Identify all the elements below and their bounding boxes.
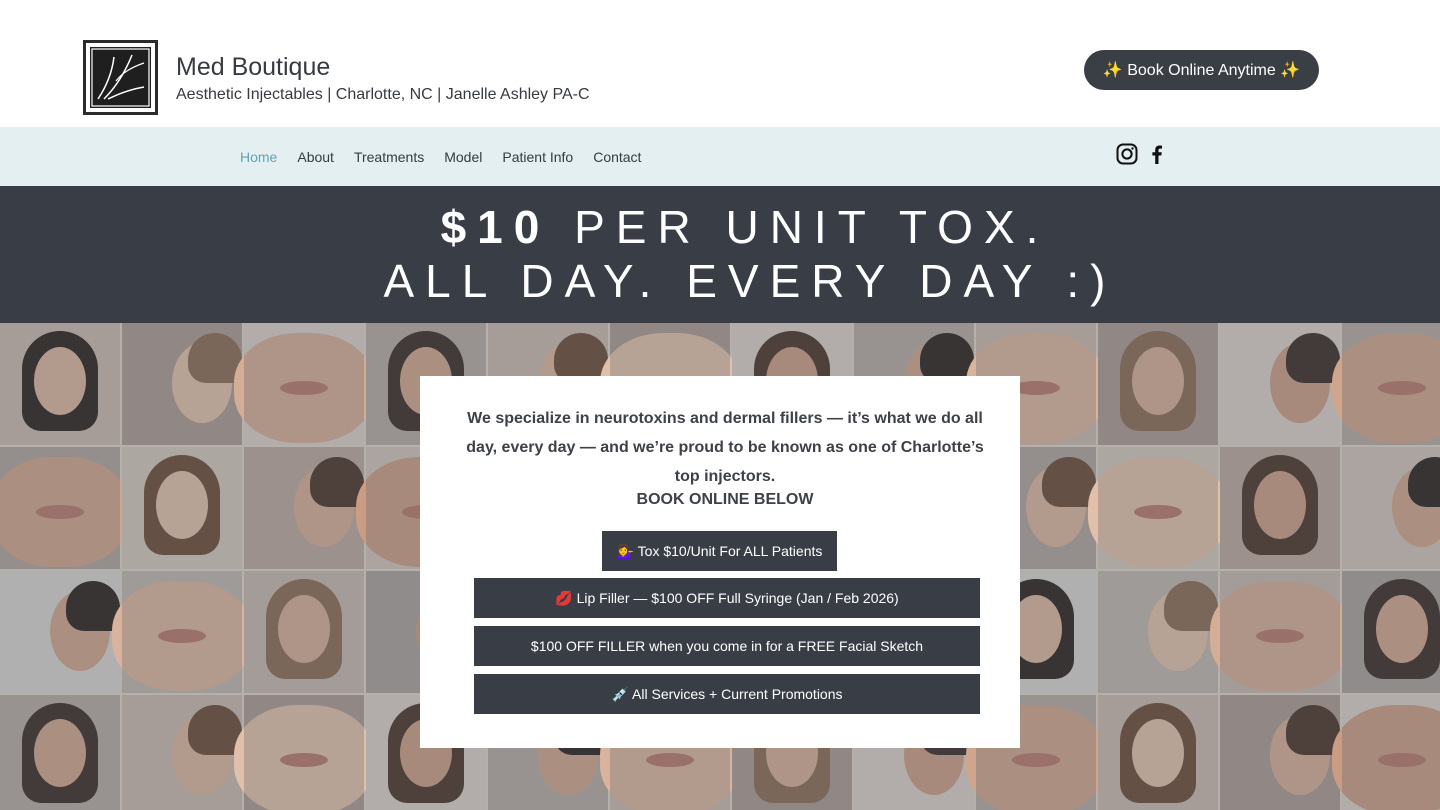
collage-photo bbox=[234, 323, 374, 445]
collage-photo bbox=[0, 695, 120, 810]
nav-item-contact[interactable]: Contact bbox=[583, 149, 651, 165]
photo-closeup bbox=[112, 581, 252, 691]
collage-photo bbox=[112, 571, 252, 693]
photo-face bbox=[1132, 719, 1184, 787]
page: Med Boutique Aesthetic Injectables | Cha… bbox=[0, 0, 1440, 810]
banner-headline: $10 PER UNIT TOX. bbox=[0, 200, 1440, 254]
collage-photo bbox=[1210, 571, 1350, 693]
all-services-button[interactable]: 💉 All Services + Current Promotions bbox=[474, 674, 980, 714]
logo-mark bbox=[90, 47, 151, 108]
photo-profile bbox=[1026, 467, 1086, 547]
intro-text: We specialize in neurotoxins and dermal … bbox=[466, 410, 984, 485]
photo-lips bbox=[36, 505, 84, 519]
brand-logo[interactable] bbox=[83, 40, 158, 115]
photo-lips bbox=[1378, 381, 1426, 395]
collage-photo bbox=[1220, 447, 1340, 569]
photo-face bbox=[34, 719, 86, 787]
collage-photo bbox=[0, 571, 120, 693]
photo-profile bbox=[294, 467, 354, 547]
booking-card: We specialize in neurotoxins and dermal … bbox=[420, 376, 1020, 748]
photo-lips bbox=[158, 629, 206, 643]
promo-banner: $10 PER UNIT TOX. ALL DAY. EVERY DAY :) bbox=[0, 186, 1440, 323]
collage-photo bbox=[1220, 323, 1340, 445]
banner-subheadline: ALL DAY. EVERY DAY :) bbox=[383, 255, 1117, 307]
collage-photo bbox=[122, 323, 242, 445]
social-links bbox=[1116, 143, 1168, 165]
brand-subtitle: Aesthetic Injectables | Charlotte, NC | … bbox=[176, 86, 590, 103]
photo-hair bbox=[22, 331, 98, 431]
nav-item-about[interactable]: About bbox=[287, 149, 344, 165]
photo-profile bbox=[1148, 591, 1208, 671]
photo-face bbox=[278, 595, 330, 663]
banner-price: $10 bbox=[440, 201, 551, 253]
photo-lips bbox=[1012, 753, 1060, 767]
nav-menu: Home About Treatments Model Patient Info… bbox=[230, 127, 651, 186]
nav-item-patient-info[interactable]: Patient Info bbox=[492, 149, 583, 165]
collage-photo bbox=[1332, 695, 1440, 810]
photo-closeup bbox=[1088, 457, 1228, 567]
collage-photo bbox=[1098, 571, 1218, 693]
main-nav: Home About Treatments Model Patient Info… bbox=[0, 127, 1440, 186]
photo-hair bbox=[144, 455, 220, 555]
photo-profile bbox=[1270, 343, 1330, 423]
photo-lips bbox=[1256, 629, 1304, 643]
photo-face bbox=[1132, 347, 1184, 415]
collage-photo bbox=[1342, 571, 1440, 693]
site-header: Med Boutique Aesthetic Injectables | Cha… bbox=[0, 0, 1440, 127]
photo-lips bbox=[280, 381, 328, 395]
photo-closeup bbox=[0, 457, 130, 567]
collage-photo bbox=[234, 695, 374, 810]
photo-closeup bbox=[1332, 705, 1440, 810]
photo-lips bbox=[646, 753, 694, 767]
collage-photo bbox=[0, 447, 130, 569]
photo-closeup bbox=[234, 705, 374, 810]
nav-item-model[interactable]: Model bbox=[434, 149, 492, 165]
nav-item-home[interactable]: Home bbox=[230, 149, 287, 165]
photo-closeup bbox=[1210, 581, 1350, 691]
photo-hair bbox=[266, 579, 342, 679]
tox-booking-button[interactable]: 💁‍♀️ Tox $10/Unit For ALL Patients bbox=[602, 531, 837, 571]
facebook-icon[interactable] bbox=[1146, 143, 1168, 165]
photo-profile bbox=[50, 591, 110, 671]
photo-hair bbox=[22, 703, 98, 803]
book-online-heading: BOOK ONLINE BELOW bbox=[636, 491, 814, 508]
photo-hair bbox=[1408, 457, 1440, 507]
photo-profile bbox=[1392, 467, 1440, 547]
photo-face bbox=[1254, 471, 1306, 539]
collage-photo bbox=[122, 695, 242, 810]
photo-lips bbox=[1134, 505, 1182, 519]
collage-photo bbox=[1342, 447, 1440, 569]
photo-face bbox=[1376, 595, 1428, 663]
collage-photo bbox=[1088, 447, 1228, 569]
photo-hair bbox=[1120, 703, 1196, 803]
collage-photo bbox=[1098, 323, 1218, 445]
photo-lips bbox=[1378, 753, 1426, 767]
brand-name[interactable]: Med Boutique bbox=[176, 53, 330, 82]
collage-photo bbox=[0, 323, 120, 445]
photo-hair bbox=[1364, 579, 1440, 679]
collage-photo bbox=[122, 447, 242, 569]
photo-profile bbox=[1270, 715, 1330, 795]
filler-sketch-booking-button[interactable]: $100 OFF FILLER when you come in for a F… bbox=[474, 626, 980, 666]
collage-photo bbox=[1220, 695, 1340, 810]
collage-photo bbox=[1332, 323, 1440, 445]
photo-lips bbox=[280, 753, 328, 767]
book-online-button[interactable]: ✨ Book Online Anytime ✨ bbox=[1084, 50, 1319, 90]
lip-filler-booking-button[interactable]: 💋 Lip Filler — $100 OFF Full Syringe (Ja… bbox=[474, 578, 980, 618]
photo-closeup bbox=[1332, 333, 1440, 443]
collage-photo bbox=[244, 571, 364, 693]
photo-hair bbox=[1242, 455, 1318, 555]
photo-face bbox=[34, 347, 86, 415]
photo-face bbox=[156, 471, 208, 539]
collage-photo bbox=[244, 447, 364, 569]
photo-closeup bbox=[234, 333, 374, 443]
banner-headline-text: PER UNIT TOX. bbox=[574, 201, 1050, 253]
instagram-icon[interactable] bbox=[1116, 143, 1138, 165]
photo-profile bbox=[172, 343, 232, 423]
nav-item-treatments[interactable]: Treatments bbox=[344, 149, 434, 165]
photo-hair bbox=[1120, 331, 1196, 431]
photo-profile bbox=[172, 715, 232, 795]
collage-photo bbox=[1098, 695, 1218, 810]
